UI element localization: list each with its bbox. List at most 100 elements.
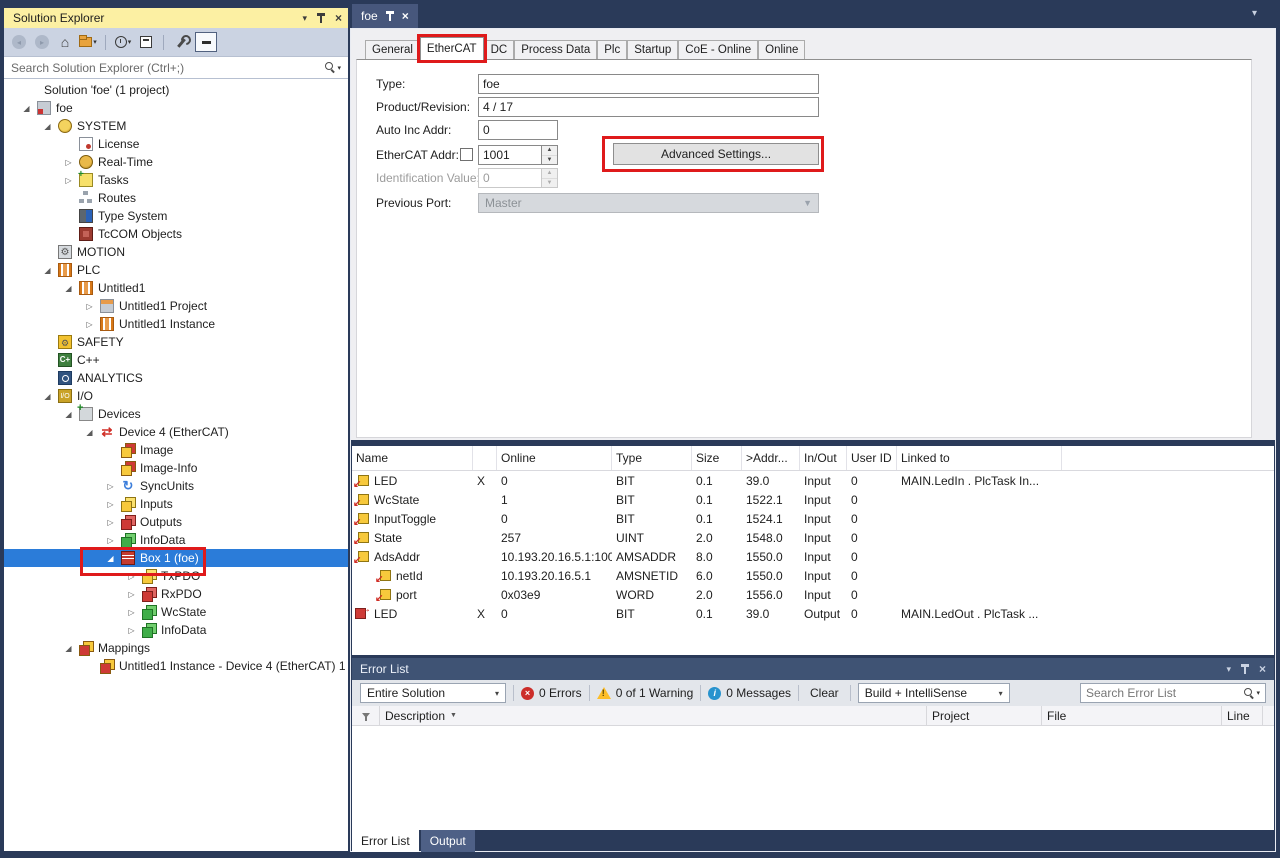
tree-item-image-info[interactable]: Image-Info xyxy=(4,459,348,477)
grid-row-netid[interactable]: netId10.193.20.16.5.1AMSNETID6.01550.0In… xyxy=(352,566,1274,585)
grid-column-online[interactable]: Online xyxy=(497,446,612,470)
tree-item-inputs[interactable]: ▷Inputs xyxy=(4,495,348,513)
tree-item-box-1-foe[interactable]: ◢Box 1 (foe) xyxy=(4,549,348,567)
tree-expander-icon[interactable]: ▷ xyxy=(79,320,100,329)
tree-expander-icon[interactable]: ◢ xyxy=(58,410,79,419)
tree-expander-icon[interactable]: ▷ xyxy=(100,536,121,545)
grid-row-led[interactable]: LEDX0BIT0.139.0Input0MAIN.LedIn . PlcTas… xyxy=(352,471,1274,490)
tree-item-infodata[interactable]: ▷InfoData xyxy=(4,621,348,639)
bottom-tab-error-list[interactable]: Error List xyxy=(352,830,419,852)
properties-wrench-icon[interactable] xyxy=(172,33,190,51)
tree-item-solution-foe-1-project[interactable]: Solution 'foe' (1 project) xyxy=(4,81,348,99)
tree-item-device-4-ethercat[interactable]: ◢⇄Device 4 (EtherCAT) xyxy=(4,423,348,441)
tree-expander-icon[interactable]: ▷ xyxy=(121,572,142,581)
tree-item-foe[interactable]: ◢foe xyxy=(4,99,348,117)
grid-row-inputtoggle[interactable]: InputToggle0BIT0.11524.1Input0 xyxy=(352,509,1274,528)
tree-item-devices[interactable]: ◢Devices xyxy=(4,405,348,423)
tab-process-data[interactable]: Process Data xyxy=(514,40,597,59)
tab-plc[interactable]: Plc xyxy=(597,40,627,59)
tree-expander-icon[interactable]: ▷ xyxy=(121,590,142,599)
ethercat-addr-checkbox[interactable] xyxy=(460,148,473,161)
grid-column-in-out[interactable]: In/Out xyxy=(800,446,847,470)
tree-item-plc[interactable]: ◢PLC xyxy=(4,261,348,279)
tree-expander-icon[interactable]: ▷ xyxy=(121,608,142,617)
grid-row-adsaddr[interactable]: AdsAddr10.193.20.16.5.1:1001AMSADDR8.015… xyxy=(352,547,1274,566)
grid-column-linked-to[interactable]: Linked to xyxy=(897,446,1062,470)
tree-item-untitled1-project[interactable]: ▷Untitled1 Project xyxy=(4,297,348,315)
tree-item-wcstate[interactable]: ▷WcState xyxy=(4,603,348,621)
tree-item-txpdo[interactable]: ▷TxPDO xyxy=(4,567,348,585)
grid-column-size[interactable]: Size xyxy=(692,446,742,470)
project-column-header[interactable]: Project xyxy=(927,706,1042,725)
tab-startup[interactable]: Startup xyxy=(627,40,678,59)
messages-filter-button[interactable]: i 0 Messages xyxy=(708,686,791,700)
grid-row-state[interactable]: State257UINT2.01548.0Input0 xyxy=(352,528,1274,547)
pending-changes-filter-icon[interactable]: ▾ xyxy=(114,33,132,51)
grid-row-wcstate[interactable]: WcState1BIT0.11522.1Input0 xyxy=(352,490,1274,509)
tab-ethercat[interactable]: EtherCAT xyxy=(420,37,484,60)
search-input[interactable] xyxy=(11,61,325,75)
tree-item-infodata[interactable]: ▷InfoData xyxy=(4,531,348,549)
tree-item-syncunits[interactable]: ▷↻SyncUnits xyxy=(4,477,348,495)
search-icon[interactable] xyxy=(325,62,336,73)
errors-filter-button[interactable]: × 0 Errors xyxy=(521,686,582,700)
tree-item-image[interactable]: Image xyxy=(4,441,348,459)
grid-row-led[interactable]: LEDX0BIT0.139.0Output0MAIN.LedOut . PlcT… xyxy=(352,604,1274,623)
grid-column-name[interactable]: Name xyxy=(352,446,473,470)
tree-expander-icon[interactable]: ▷ xyxy=(58,176,79,185)
tree-item-system[interactable]: ◢SYSTEM xyxy=(4,117,348,135)
tree-item-real-time[interactable]: ▷Real-Time xyxy=(4,153,348,171)
error-list-body[interactable] xyxy=(352,726,1274,830)
grid-column-flag[interactable] xyxy=(473,446,497,470)
tree-expander-icon[interactable]: ◢ xyxy=(16,104,37,113)
tree-expander-icon[interactable]: ◢ xyxy=(37,122,58,131)
pin-icon[interactable] xyxy=(316,13,326,24)
tab-dc[interactable]: DC xyxy=(484,40,515,59)
line-column-header[interactable]: Line xyxy=(1222,706,1263,725)
pin-icon[interactable] xyxy=(1240,664,1250,675)
forward-icon[interactable]: ▸ xyxy=(33,33,51,51)
preview-selected-items-toggle[interactable] xyxy=(195,32,217,52)
close-icon[interactable]: × xyxy=(1259,663,1266,675)
grid-column-addr[interactable]: >Addr... xyxy=(742,446,800,470)
bottom-tab-output[interactable]: Output xyxy=(421,830,475,852)
tree-expander-icon[interactable]: ◢ xyxy=(58,644,79,653)
severity-filter-column[interactable] xyxy=(352,706,380,725)
file-column-header[interactable]: File xyxy=(1042,706,1222,725)
warnings-filter-button[interactable]: 0 of 1 Warning xyxy=(597,686,694,700)
tree-expander-icon[interactable]: ◢ xyxy=(37,392,58,401)
grid-column-user-id[interactable]: User ID xyxy=(847,446,897,470)
grid-column-filler[interactable] xyxy=(1062,446,1274,470)
window-position-icon[interactable]: ▾ xyxy=(302,14,307,23)
product-revision-field[interactable] xyxy=(478,97,819,117)
tree-item-untitled1-instance[interactable]: ▷Untitled1 Instance xyxy=(4,315,348,333)
tree-expander-icon[interactable]: ▷ xyxy=(121,626,142,635)
auto-inc-addr-field[interactable] xyxy=(478,120,558,140)
pin-icon[interactable] xyxy=(385,11,395,22)
grid-column-type[interactable]: Type xyxy=(612,446,692,470)
home-icon[interactable]: ⌂ xyxy=(56,33,74,51)
switch-views-icon[interactable]: ▾ xyxy=(79,33,97,51)
tree-item-motion[interactable]: ⚙MOTION xyxy=(4,243,348,261)
tree-item-analytics[interactable]: ANALYTICS xyxy=(4,369,348,387)
error-search-input[interactable] xyxy=(1086,686,1244,700)
scope-dropdown[interactable]: Entire Solution ▾ xyxy=(360,683,506,703)
tree-expander-icon[interactable]: ◢ xyxy=(37,266,58,275)
back-icon[interactable]: ◂ xyxy=(10,33,28,51)
search-options-chevron-icon[interactable]: ▾ xyxy=(1256,689,1260,697)
close-icon[interactable]: × xyxy=(335,12,342,24)
tree-item-routes[interactable]: Routes xyxy=(4,189,348,207)
tree-expander-icon[interactable]: ▷ xyxy=(79,302,100,311)
search-options-chevron-icon[interactable]: ▾ xyxy=(337,64,341,72)
tree-item-untitled1[interactable]: ◢Untitled1 xyxy=(4,279,348,297)
description-column-header[interactable]: Description ▼ xyxy=(380,706,927,725)
tree-item-i-o[interactable]: ◢I/OI/O xyxy=(4,387,348,405)
advanced-settings-button[interactable]: Advanced Settings... xyxy=(613,143,819,165)
tree-expander-icon[interactable]: ◢ xyxy=(58,284,79,293)
type-field[interactable] xyxy=(478,74,819,94)
tree-item-type-system[interactable]: Type System xyxy=(4,207,348,225)
clear-button[interactable]: Clear xyxy=(806,686,843,700)
tree-item-untitled1-instance-device-4-ethercat-1[interactable]: Untitled1 Instance - Device 4 (EtherCAT)… xyxy=(4,657,348,675)
search-icon[interactable] xyxy=(1244,688,1255,699)
tree-expander-icon[interactable]: ◢ xyxy=(100,554,121,563)
